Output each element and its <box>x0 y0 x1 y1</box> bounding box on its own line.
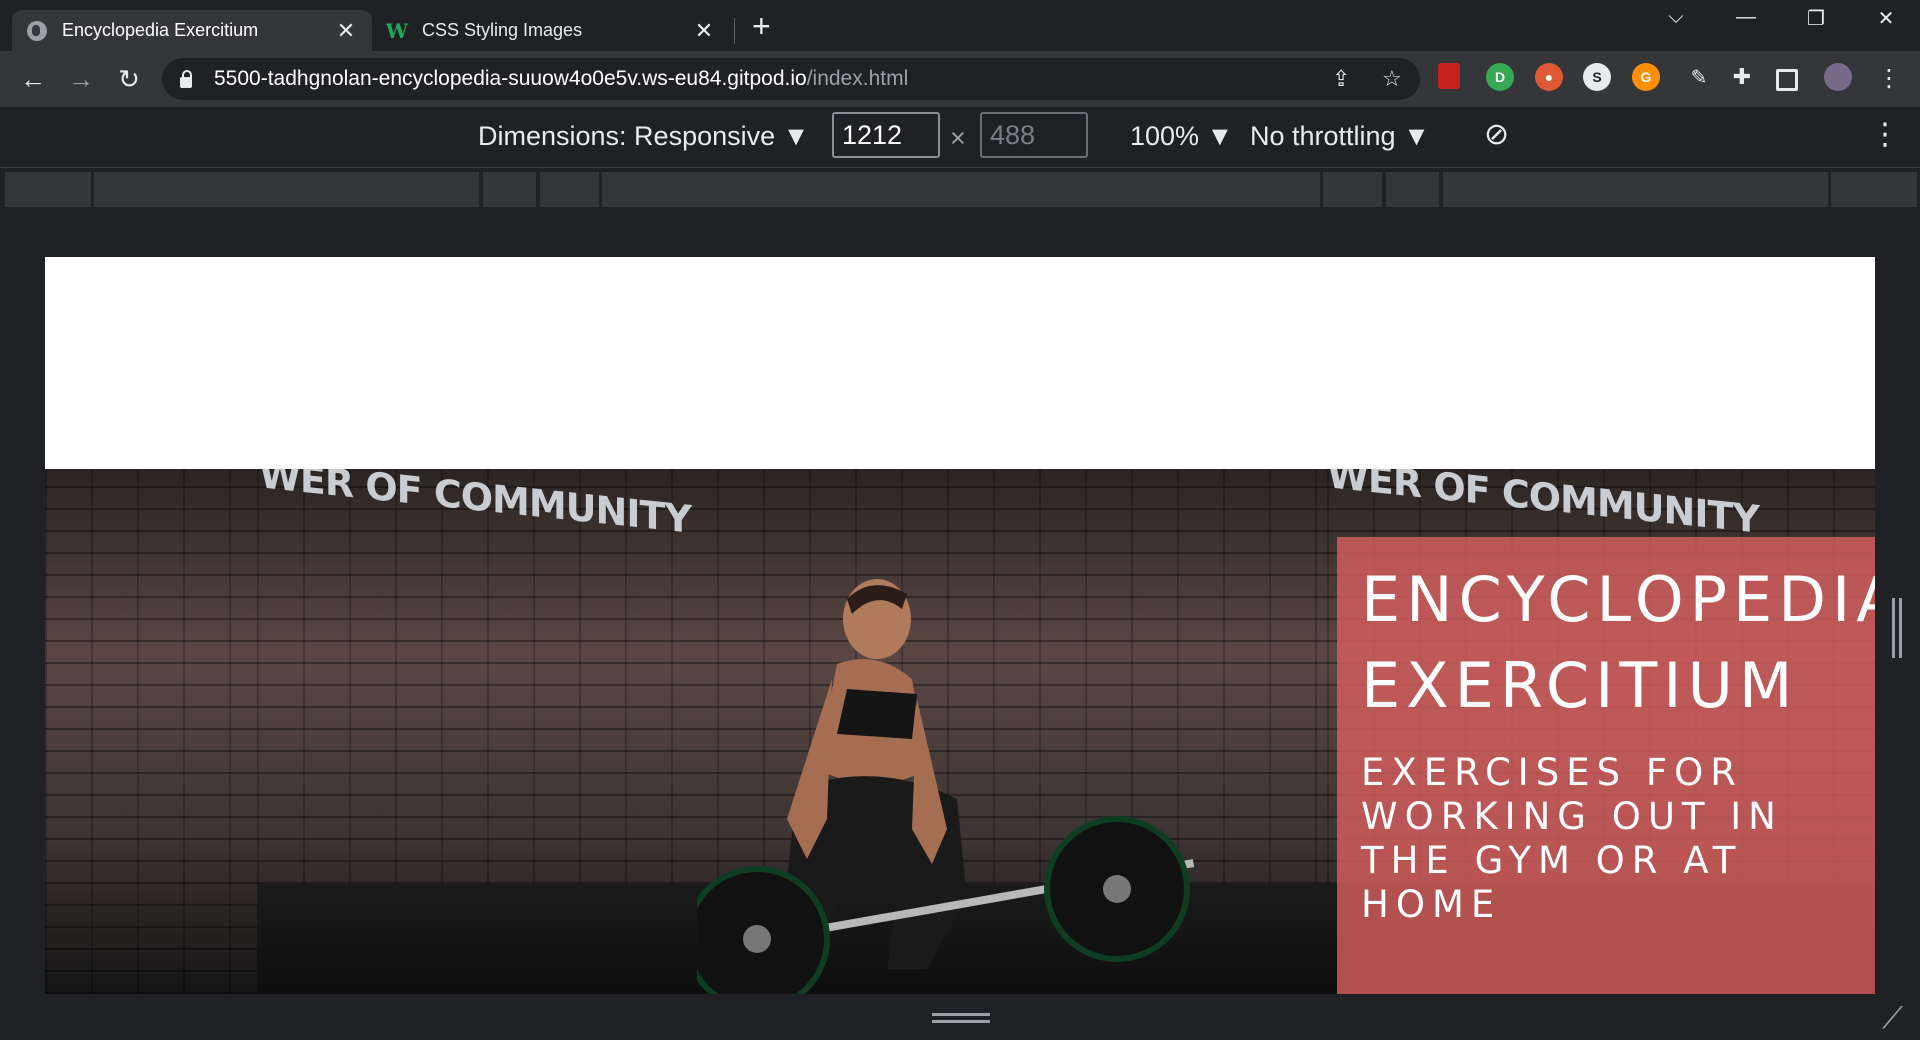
zoom-select[interactable]: 100% ▼ <box>1130 121 1233 152</box>
throttling-select[interactable]: No throttling ▼ <box>1250 121 1430 152</box>
tab-separator <box>734 18 735 44</box>
puzzle-icon[interactable]: ✚ <box>1728 63 1756 91</box>
wall-sign-text: WER OF COMMUNITY <box>259 469 691 542</box>
hero-section: WER OF COMMUNITY WER OF COMMUNITY ENCYCL… <box>45 469 1875 994</box>
tab-css-styling[interactable]: W CSS Styling Images ✕ <box>372 10 730 51</box>
sync-icon[interactable]: S <box>1583 63 1611 91</box>
media-query-segment[interactable] <box>1443 172 1828 207</box>
media-query-bar <box>0 168 1920 211</box>
url-path: /index.html <box>806 67 909 90</box>
hero-image-tile <box>45 469 257 994</box>
media-query-segment[interactable] <box>483 172 536 207</box>
dimension-separator: × <box>950 123 966 153</box>
share-icon[interactable]: ⇪ <box>1332 66 1350 92</box>
tab-strip: Encyclopedia Exercitium ✕ W CSS Styling … <box>0 0 1920 51</box>
w3schools-icon: W <box>385 18 409 43</box>
hero-title-line1: ENCYCLOPEDIA <box>1361 563 1875 636</box>
url-host: 5500-tadhgnolan-encyclopedia-suuow4o0e5v… <box>214 67 807 90</box>
viewport-width-resize-handle[interactable] <box>1892 598 1902 658</box>
address-bar[interactable]: 5500-tadhgnolan-encyclopedia-suuow4o0e5v… <box>162 58 1420 100</box>
restore-button[interactable]: ❐ <box>1796 6 1836 31</box>
close-tab-icon[interactable]: ✕ <box>334 18 358 44</box>
eyedropper-icon[interactable]: ✎ <box>1685 63 1713 91</box>
hero-subtitle: EXERCISES FOR WORKING OUT IN THE GYM OR … <box>1361 751 1783 926</box>
duckduckgo-icon[interactable]: ● <box>1535 63 1563 91</box>
media-query-segment[interactable] <box>94 172 479 207</box>
wall-sign-text: WER OF COMMUNITY <box>1327 469 1759 542</box>
globe-icon <box>26 20 48 42</box>
bookmark-icon[interactable] <box>1438 63 1460 89</box>
media-query-segment[interactable] <box>540 172 599 207</box>
media-query-segment[interactable] <box>602 172 1320 207</box>
back-button[interactable]: ← <box>16 63 50 95</box>
athlete-illustration <box>697 579 1195 994</box>
dimensions-select[interactable]: Dimensions: Responsive ▼ <box>478 121 809 152</box>
grammarly-icon[interactable]: G <box>1632 63 1660 91</box>
height-input[interactable]: 488 <box>980 112 1088 158</box>
hero-image: WER OF COMMUNITY <box>257 469 1327 994</box>
rotate-icon[interactable]: ⊘ <box>1484 117 1509 152</box>
tab-search-chevron-icon[interactable]: ⌵ <box>1656 6 1696 29</box>
forward-button[interactable]: → <box>64 63 98 95</box>
menu-kebab-icon[interactable]: ⋮ <box>1872 63 1906 95</box>
close-tab-icon[interactable]: ✕ <box>692 18 716 44</box>
browser-toolbar: ← → ↻ 5500-tadhgnolan-encyclopedia-suuow… <box>0 51 1920 107</box>
device-options-kebab-icon[interactable]: ⋮ <box>1870 117 1900 152</box>
pushbullet-icon[interactable]: D <box>1486 63 1514 91</box>
bookmark-star-icon[interactable]: ☆ <box>1382 66 1402 92</box>
new-tab-button[interactable]: + <box>752 10 771 42</box>
tab-title: CSS Styling Images <box>422 20 583 40</box>
minimize-button[interactable]: — <box>1726 6 1766 29</box>
reload-button[interactable]: ↻ <box>112 63 146 95</box>
viewport-height-resize-handle[interactable] <box>932 1013 990 1023</box>
viewport-corner-resize-icon[interactable]: ⟋ <box>1882 1002 1903 1036</box>
page-header <box>45 257 1875 469</box>
media-query-segment[interactable] <box>5 172 91 207</box>
width-input[interactable]: 1212 <box>832 112 940 158</box>
sidepanel-icon[interactable] <box>1776 69 1798 91</box>
device-toolbar: Dimensions: Responsive ▼ 1212 × 488 100%… <box>0 107 1920 168</box>
lock-icon[interactable] <box>180 69 192 88</box>
window-close-button[interactable]: ✕ <box>1866 6 1906 31</box>
tab-encyclopedia[interactable]: Encyclopedia Exercitium ✕ <box>12 10 372 51</box>
media-query-segment[interactable] <box>1323 172 1382 207</box>
profile-avatar[interactable] <box>1824 63 1852 91</box>
hero-title-overlay: ENCYCLOPEDIA EXERCITIUM EXERCISES FOR WO… <box>1337 537 1875 994</box>
tab-title: Encyclopedia Exercitium <box>62 20 259 40</box>
emulated-page: WER OF COMMUNITY WER OF COMMUNITY ENCYCL… <box>45 257 1875 994</box>
media-query-segment[interactable] <box>1831 172 1917 207</box>
hero-title-line2: EXERCITIUM <box>1361 649 1799 722</box>
media-query-segment[interactable] <box>1386 172 1439 207</box>
